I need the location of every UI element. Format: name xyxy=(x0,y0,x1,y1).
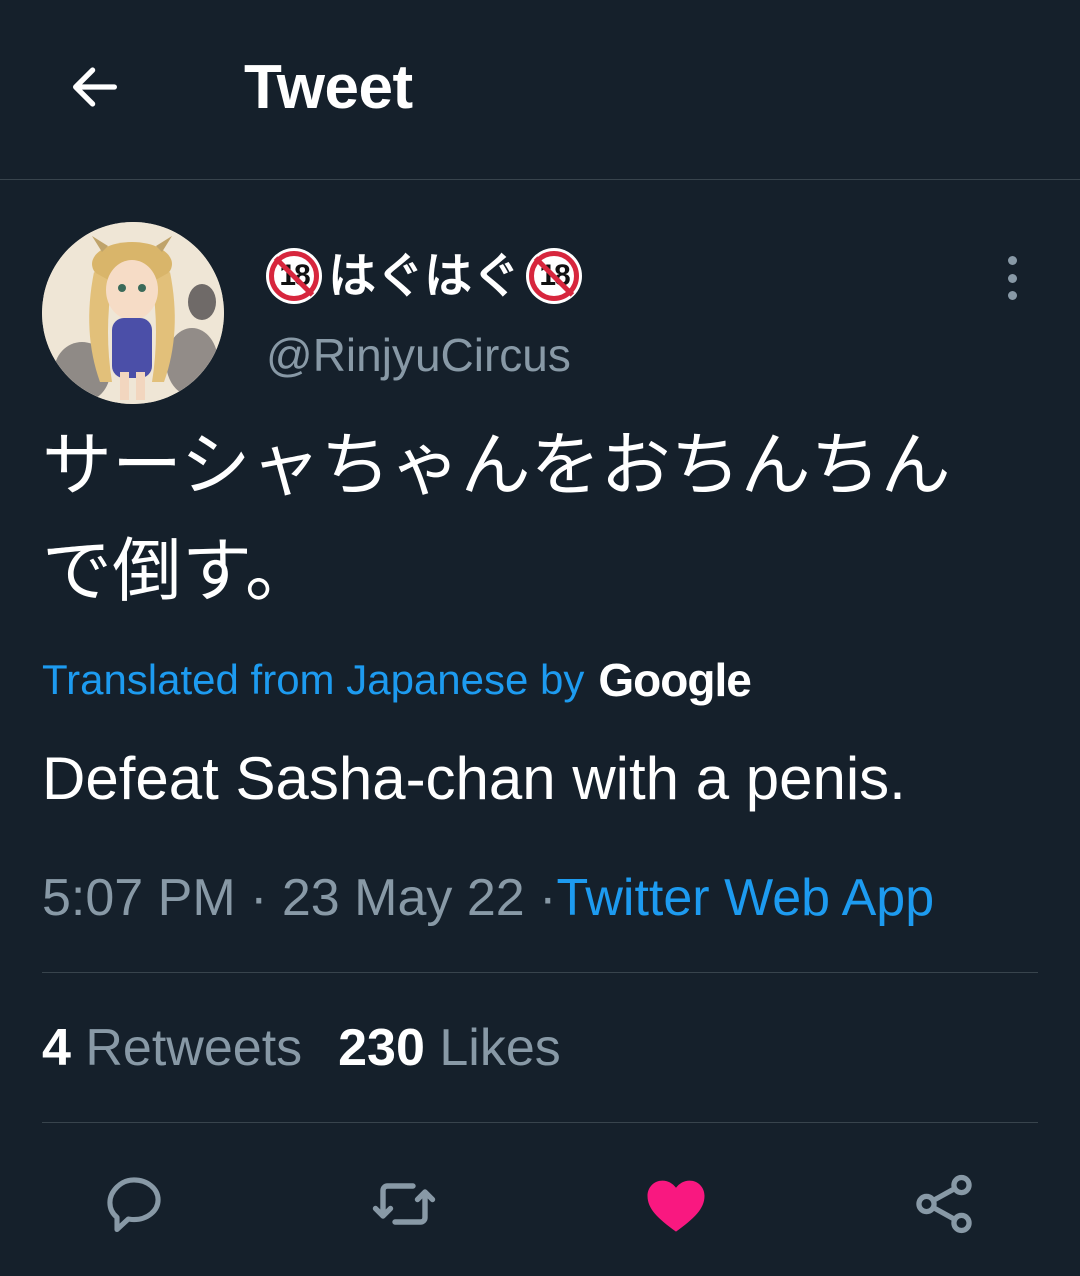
like-button[interactable] xyxy=(638,1166,714,1242)
retweet-button[interactable] xyxy=(366,1166,442,1242)
translation-label: Translated from Japanese by xyxy=(42,656,585,703)
retweets-label: Retweets xyxy=(85,1019,303,1077)
share-button[interactable] xyxy=(906,1166,982,1242)
display-name-text: はぐはぐ xyxy=(328,248,521,304)
more-dot xyxy=(1007,273,1017,283)
translation-attribution[interactable]: Translated from Japanese by Google xyxy=(42,650,752,710)
separator: · xyxy=(539,869,557,927)
no-under-18-icon: 18 xyxy=(526,248,583,304)
avatar[interactable] xyxy=(42,222,224,404)
tweet-text-line: で倒す。 xyxy=(42,530,315,612)
arrow-left-icon xyxy=(73,67,117,107)
tweet-metadata: 5:07 PM · 23 May 22 ·Twitter Web App xyxy=(42,866,934,930)
likes-label: Likes xyxy=(439,1019,561,1077)
retweets-count: 4 xyxy=(42,1019,71,1077)
likes-stat[interactable]: 230 Likes xyxy=(338,1019,561,1077)
google-logo: Google xyxy=(598,654,751,706)
tweet-time[interactable]: 5:07 PM xyxy=(42,869,236,927)
translated-text: Defeat Sasha-chan with a penis. xyxy=(42,745,906,812)
tweet-text: サーシャちゃんをおちんちん で倒す。 xyxy=(42,412,1052,624)
reply-icon xyxy=(107,1177,161,1233)
retweets-stat[interactable]: 4 Retweets xyxy=(42,1019,302,1077)
heart-icon xyxy=(647,1180,705,1232)
divider xyxy=(42,972,1038,973)
share-icon xyxy=(916,1174,972,1234)
author-display-name[interactable]: 18 はぐはぐ 18 xyxy=(266,246,583,306)
tweet-date[interactable]: 23 May 22 xyxy=(282,869,525,927)
no-under-18-icon: 18 xyxy=(266,248,322,304)
tweet-text-line: サーシャちゃんをおちんちん xyxy=(42,424,951,506)
more-dot xyxy=(1007,256,1017,265)
author-handle[interactable]: @RinjyuCircus xyxy=(266,326,571,384)
tweet-source-link[interactable]: Twitter Web App xyxy=(556,869,934,927)
retweet-icon xyxy=(372,1183,436,1225)
more-options-button[interactable] xyxy=(996,250,1028,306)
separator: · xyxy=(250,869,268,927)
engagement-stats: 4 Retweets 230 Likes xyxy=(42,1016,561,1080)
top-bar: Tweet xyxy=(0,0,1080,180)
reply-button[interactable] xyxy=(96,1166,172,1242)
page-title: Tweet xyxy=(244,53,413,122)
divider xyxy=(42,1122,1038,1123)
more-dot xyxy=(1007,291,1017,300)
likes-count: 230 xyxy=(338,1019,425,1077)
back-button[interactable] xyxy=(64,56,126,118)
